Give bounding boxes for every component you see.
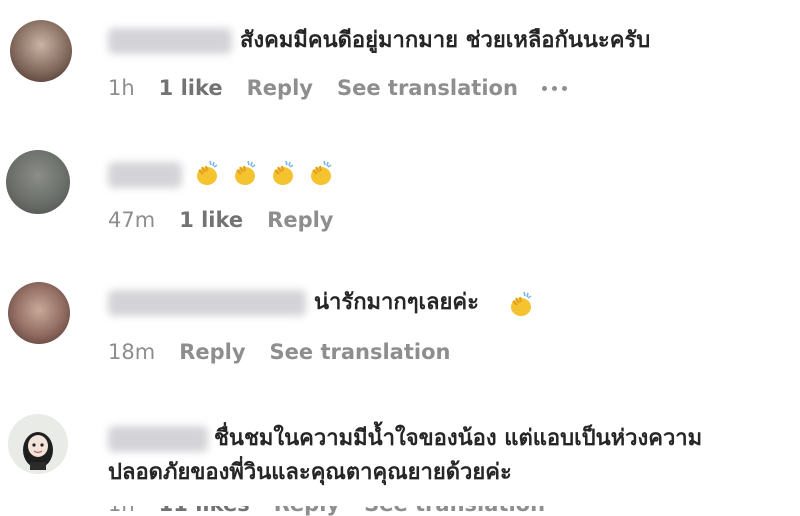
more-dots-icon[interactable] [541,85,567,91]
username-blurred[interactable] [108,28,232,54]
clap-icon [235,160,256,185]
comment-time: 1h [108,506,135,516]
reply-button[interactable]: Reply [247,76,313,100]
username-blurred[interactable] [108,290,306,316]
comment-text-line2: ปลอดภัยของพี่วินและคุณตาคุณยายด้วยค่ะ [108,460,512,485]
username-blurred[interactable] [108,426,208,452]
comment-text-line1: ชื่นชมในความมีน้ำใจของน้อง แต่แอบเป็นห่ว… [214,426,703,451]
clap-emoji-row [192,158,336,188]
comment-time: 18m [108,340,156,364]
like-count[interactable]: 1 like [159,76,223,100]
comment-meta-partial: 1h 11 likes Reply See translation [108,506,545,516]
clap-icon [273,160,294,185]
avatar[interactable] [8,282,70,344]
comment-time: 1h [108,76,135,100]
clap-icon [197,160,218,185]
avatar-illustration [23,432,53,470]
avatar[interactable] [6,150,70,214]
username-blurred[interactable] [108,162,182,188]
like-count[interactable]: 1 like [179,208,243,232]
see-translation-button[interactable]: See translation [364,506,545,516]
comment-time: 47m [108,208,156,232]
comment-meta: 1h 1 like Reply See translation [108,76,591,100]
reply-button[interactable]: Reply [179,340,245,364]
comment-meta: 47m 1 like Reply [108,208,358,232]
avatar[interactable] [8,414,68,474]
avatar[interactable] [10,20,72,82]
comment-text: สังคมมีคนดีอยู่มากมาย ช่วยเหลือกันนะครับ [240,28,651,53]
clap-icon [311,160,332,185]
reply-button[interactable]: Reply [267,208,333,232]
like-count[interactable]: 11 likes [159,506,250,516]
comment-meta: 18m Reply See translation [108,340,474,364]
clap-icon [511,291,532,316]
see-translation-button[interactable]: See translation [270,340,451,364]
see-translation-button[interactable]: See translation [337,76,518,100]
reply-button[interactable]: Reply [274,506,340,516]
comment-text: น่ารักมากๆเลยค่ะ [314,290,479,315]
